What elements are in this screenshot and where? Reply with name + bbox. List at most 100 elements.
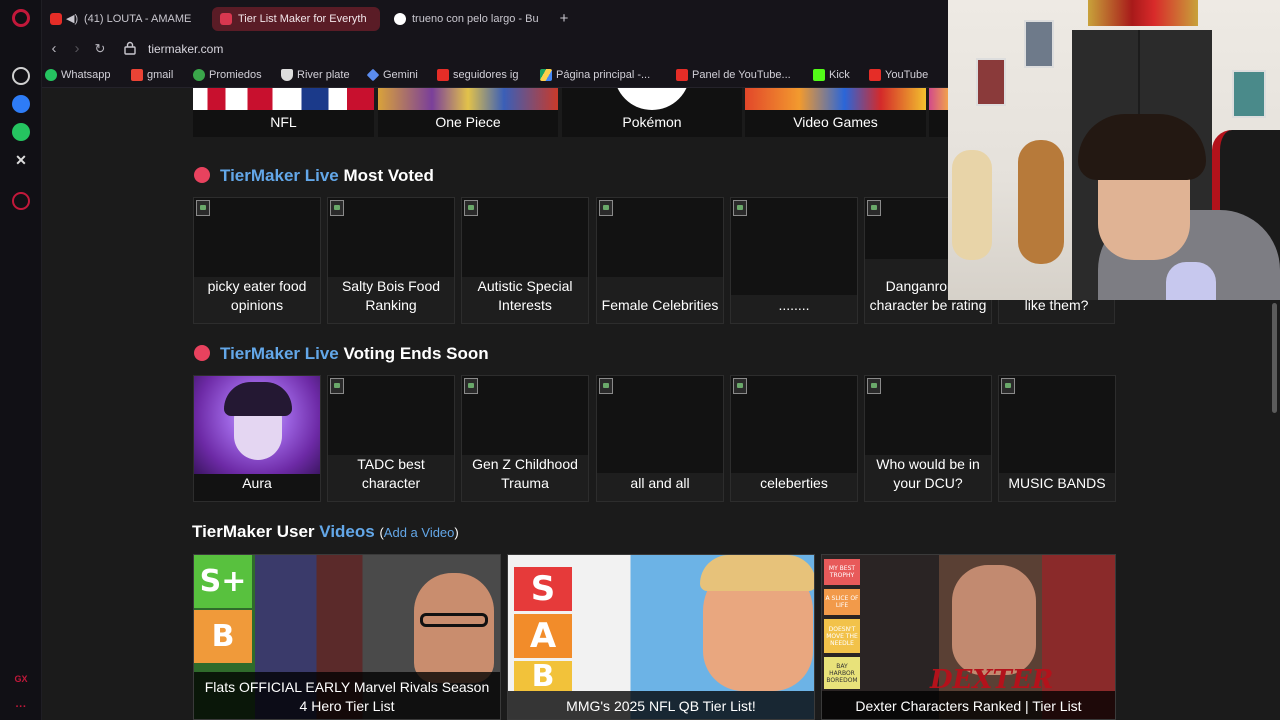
tab-youtube[interactable]: ◀) (41) LOUTA - AMAME — [42, 7, 202, 31]
broken-image-icon — [867, 378, 881, 394]
bookmark-gmail[interactable]: gmail — [131, 67, 173, 83]
youtube-icon — [869, 69, 881, 81]
broken-image-icon — [867, 200, 881, 216]
poster-top — [1024, 20, 1054, 68]
messenger-icon[interactable] — [12, 95, 30, 113]
user-videos-heading: TierMaker User Videos (Add a Video) — [192, 522, 459, 542]
character-hair — [224, 382, 292, 416]
reload-icon[interactable]: ↻ — [90, 39, 110, 59]
whatsapp-icon — [45, 69, 57, 81]
bookmark-youtube-panel[interactable]: Panel de YouTube... — [676, 67, 791, 83]
bookmark-promiedos[interactable]: Promiedos — [193, 67, 262, 83]
gmail-icon — [131, 69, 143, 81]
kick-icon — [813, 69, 825, 81]
bookmark-gemini[interactable]: Gemini — [366, 67, 418, 83]
tier-card[interactable]: Gen Z Childhood Trauma — [461, 375, 589, 502]
bookmark-drive[interactable]: Página principal -... — [540, 67, 650, 83]
tier-label: A — [514, 614, 572, 658]
tier-label: B — [514, 661, 572, 691]
category-label: Pokémon — [622, 114, 682, 130]
video-caption: MMG's 2025 NFL QB Tier List! — [508, 691, 814, 719]
streamer-face — [414, 573, 494, 683]
category-pokemon[interactable]: Pokémon — [562, 88, 742, 137]
tier-card[interactable]: Autistic Special Interests — [461, 197, 589, 324]
most-voted-heading: TierMaker Live Most Voted — [194, 166, 434, 186]
card-label: TADC best character — [357, 456, 425, 491]
forward-icon[interactable]: › — [67, 39, 87, 59]
tier-card[interactable]: ........ — [730, 197, 858, 324]
tab-title: (41) LOUTA - AMAME — [84, 13, 192, 25]
gemini-icon — [366, 68, 380, 82]
broken-image-icon — [1001, 378, 1015, 394]
url-field[interactable]: tiermaker.com — [148, 40, 223, 58]
card-label: celeberties — [760, 475, 828, 491]
guitar-left — [952, 150, 992, 260]
tier-label: DOESN'T MOVE THE NEEDLE — [824, 619, 860, 653]
category-video-games[interactable]: Video Games — [745, 88, 926, 137]
tier-card[interactable]: celeberties — [730, 375, 858, 502]
add-video-link[interactable]: Add a Video — [384, 525, 455, 540]
category-partial[interactable] — [929, 88, 949, 137]
page-scrollbar[interactable] — [1272, 303, 1277, 413]
tier-card[interactable]: Salty Bois Food Ranking — [327, 197, 455, 324]
category-one-piece[interactable]: One Piece — [378, 88, 558, 137]
video-caption: Dexter Characters Ranked | Tier List — [822, 691, 1115, 719]
lock-icon — [124, 41, 136, 55]
video-card[interactable]: S+ B Flats OFFICIAL EARLY Marvel Rivals … — [193, 554, 501, 720]
videos-link[interactable]: Videos — [319, 522, 374, 541]
bookmark-youtube[interactable]: YouTube — [869, 67, 928, 83]
video-card[interactable]: S A B MMG's 2025 NFL QB Tier List! — [507, 554, 815, 720]
bookmarks-bar: Whatsapp gmail Promiedos River plate Gem… — [42, 62, 948, 88]
voting-ends-heading: TierMaker Live Voting Ends Soon — [194, 344, 489, 364]
tab-google[interactable]: trueno con pelo largo - Bu — [386, 7, 552, 31]
poster-right — [1232, 70, 1266, 118]
paren-close: ) — [454, 525, 459, 540]
new-tab-button[interactable]: + — [552, 7, 576, 31]
card-label: Gen Z Childhood Trauma — [472, 456, 578, 491]
tier-card[interactable]: Who would be in your DCU? — [864, 375, 992, 502]
tab-bar: ◀) (41) LOUTA - AMAME Tier List Maker fo… — [42, 0, 948, 36]
tab-tiermaker[interactable]: Tier List Maker for Everyth — [212, 7, 380, 31]
tier-label: S — [514, 567, 572, 611]
tier-label: S+ — [194, 555, 252, 608]
poster-left — [976, 58, 1006, 106]
tier-card[interactable]: picky eater food opinions — [193, 197, 321, 324]
tier-card[interactable]: all and all — [596, 375, 724, 502]
bookmark-seguidores-ig[interactable]: seguidores ig — [437, 67, 518, 83]
bookmark-kick[interactable]: Kick — [813, 67, 850, 83]
settings-icon[interactable] — [12, 192, 30, 210]
bookmark-river-plate[interactable]: River plate — [281, 67, 350, 83]
category-nfl[interactable]: NFL — [193, 88, 374, 137]
section-title-text: Voting Ends Soon — [343, 344, 489, 363]
trophy-shelf — [1088, 0, 1198, 26]
tier-label: B — [194, 610, 252, 663]
tiermaker-live-link[interactable]: TierMaker Live — [220, 344, 339, 363]
more-icon[interactable]: ··· — [12, 698, 30, 716]
tier-card[interactable]: Female Celebrities — [596, 197, 724, 324]
x-icon[interactable]: ✕ — [12, 151, 30, 169]
category-image — [929, 88, 949, 110]
video-card[interactable]: MY BEST TROPHY A SLICE OF LIFE DOESN'T M… — [821, 554, 1116, 720]
microphone — [1166, 262, 1216, 300]
chatgpt-icon[interactable] — [12, 67, 30, 85]
bookmark-whatsapp[interactable]: Whatsapp — [45, 67, 111, 83]
guitar-right — [1018, 140, 1064, 264]
whatsapp-icon[interactable] — [12, 123, 30, 141]
back-icon[interactable]: ‹ — [44, 39, 64, 59]
tier-card[interactable]: Aura — [193, 375, 321, 502]
broken-image-icon — [599, 378, 613, 394]
tiermaker-live-link[interactable]: TierMaker Live — [220, 166, 339, 185]
category-image — [378, 88, 558, 110]
screen: ✕ GX ··· ◀) (41) LOUTA - AMAME Tier List… — [0, 0, 1280, 720]
card-label: Salty Bois Food Ranking — [341, 278, 441, 313]
card-label: MUSIC BANDS — [1008, 475, 1106, 491]
tier-label: A SLICE OF LIFE — [824, 589, 860, 615]
opera-logo-icon[interactable] — [12, 9, 30, 27]
tier-card[interactable]: MUSIC BANDS — [998, 375, 1116, 502]
speaker-icon: ◀) — [66, 13, 79, 25]
add-video-wrapper: (Add a Video) — [379, 525, 458, 540]
tier-card[interactable]: TADC best character — [327, 375, 455, 502]
google-icon — [394, 13, 406, 25]
tiermaker-icon — [220, 13, 232, 25]
broken-image-icon — [464, 200, 478, 216]
